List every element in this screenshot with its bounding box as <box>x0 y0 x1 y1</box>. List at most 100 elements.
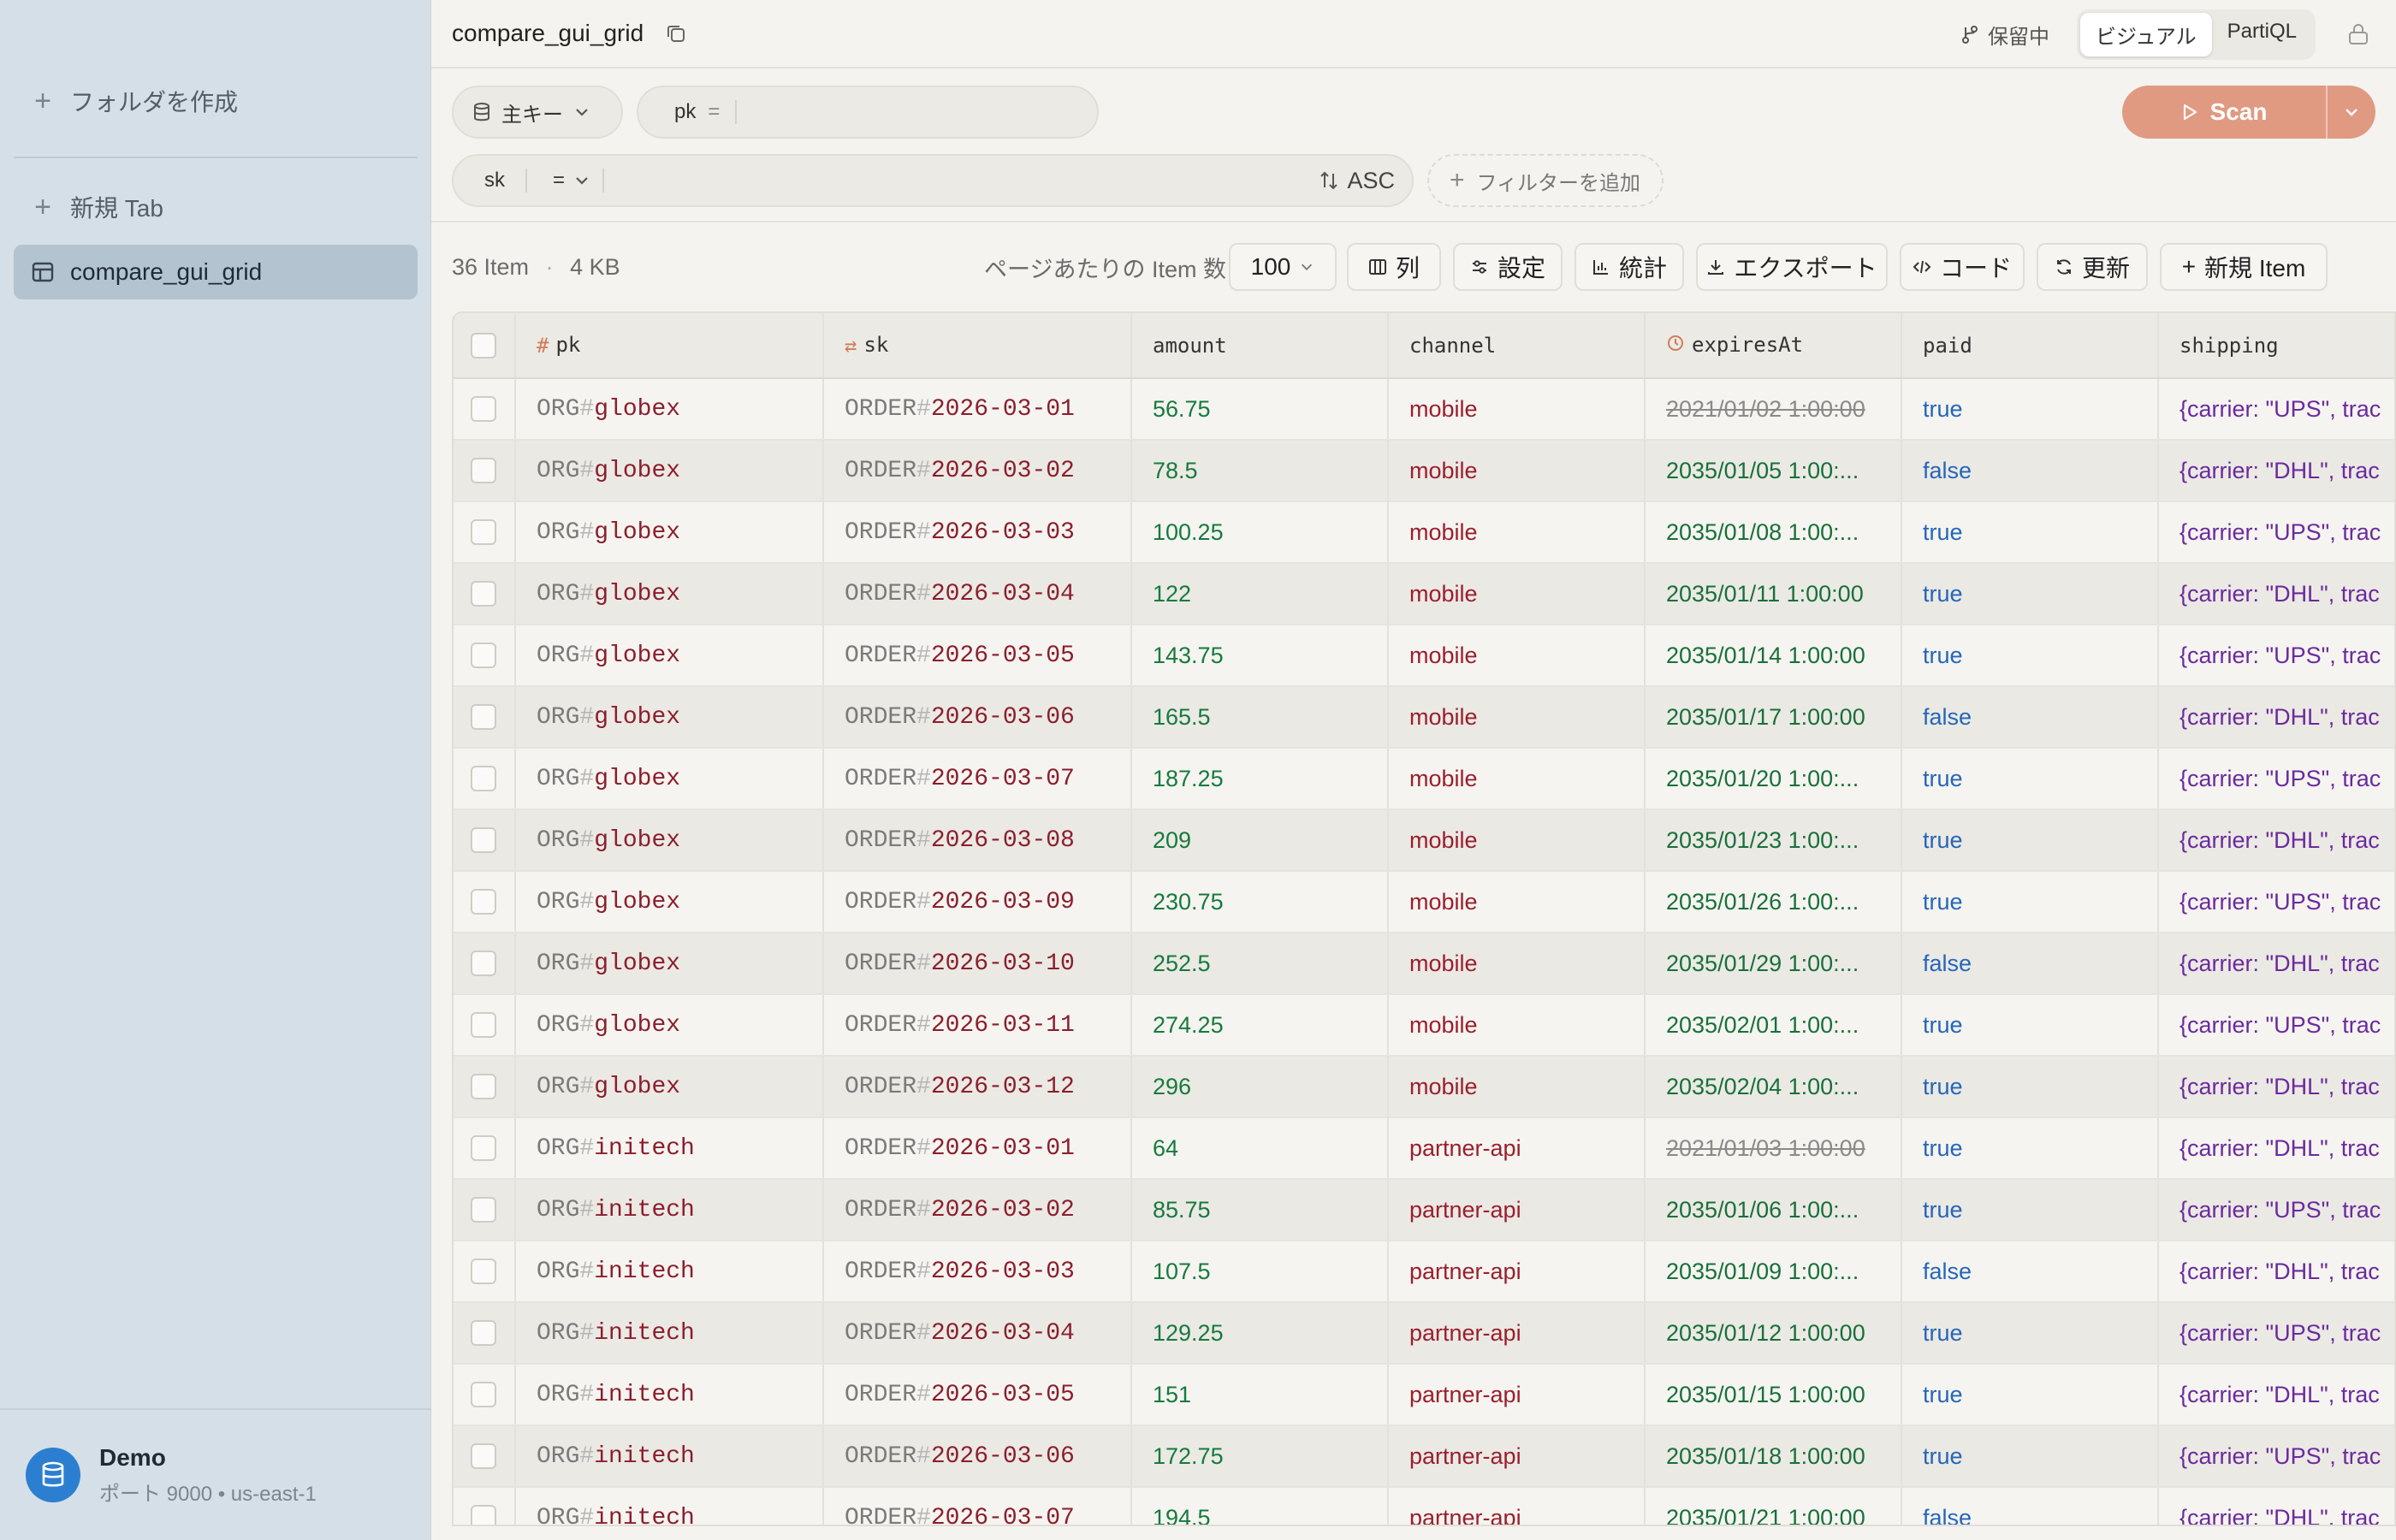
cell-sk[interactable]: ORDER#2026-03-06 <box>823 686 1132 749</box>
cell-channel[interactable]: partner-api <box>1388 1487 1646 1525</box>
cell-pk[interactable]: ORG#globex <box>515 625 824 687</box>
add-filter-button[interactable]: + フィルターを追加 <box>1427 154 1664 207</box>
pk-input[interactable]: pk = <box>637 86 1099 139</box>
cell-channel[interactable]: mobile <box>1388 933 1646 995</box>
row-checkbox[interactable] <box>471 519 496 545</box>
new-tab-button[interactable]: + 新規 Tab <box>14 180 418 234</box>
cell-amount[interactable]: 230.75 <box>1131 871 1389 933</box>
cell-shipping[interactable]: {carrier: "DHL", trac <box>2158 809 2394 872</box>
cell-paid[interactable]: true <box>1901 501 2159 564</box>
cell-shipping[interactable]: {carrier: "DHL", trac <box>2158 1364 2394 1426</box>
cell-expiresat[interactable]: 2035/01/08 1:00:... <box>1645 501 1902 564</box>
table-row[interactable]: ORG#globex ORDER#2026-03-06 165.5 mobile 203… <box>454 686 2394 749</box>
cell-amount[interactable]: 252.5 <box>1131 933 1389 995</box>
cell-expiresat[interactable]: 2035/01/05 1:00:... <box>1645 440 1902 502</box>
pending-indicator[interactable]: 保留中 <box>1960 20 2049 50</box>
table-row[interactable]: ORG#globex ORDER#2026-03-02 78.5 mobile 2035… <box>454 440 2394 502</box>
cell-amount[interactable]: 85.75 <box>1131 1179 1389 1241</box>
cell-pk[interactable]: ORG#globex <box>515 686 824 749</box>
cell-expiresat[interactable]: 2021/01/02 1:00:00 <box>1645 378 1902 441</box>
cell-sk[interactable]: ORDER#2026-03-12 <box>823 1056 1132 1118</box>
row-checkbox[interactable] <box>471 1382 496 1407</box>
row-checkbox[interactable] <box>471 1074 496 1099</box>
cell-pk[interactable]: ORG#globex <box>515 563 824 625</box>
cell-sk[interactable]: ORDER#2026-03-04 <box>823 563 1132 625</box>
cell-amount[interactable]: 78.5 <box>1131 440 1389 502</box>
column-header-paid[interactable]: paid <box>1901 313 2159 379</box>
row-checkbox[interactable] <box>471 396 496 422</box>
table-row[interactable]: ORG#initech ORDER#2026-03-04 129.25 partner… <box>454 1302 2394 1365</box>
cell-amount[interactable]: 209 <box>1131 809 1389 872</box>
cell-shipping[interactable]: {carrier: "UPS", trac <box>2158 748 2394 810</box>
cell-expiresat[interactable]: 2035/02/01 1:00:... <box>1645 994 1902 1057</box>
cell-amount[interactable]: 56.75 <box>1131 378 1389 441</box>
cell-shipping[interactable]: {carrier: "UPS", trac <box>2158 625 2394 687</box>
key-selector[interactable]: 主キー <box>452 86 623 139</box>
cell-shipping[interactable]: {carrier: "DHL", trac <box>2158 933 2394 995</box>
cell-paid[interactable]: true <box>1901 1302 2159 1365</box>
cell-sk[interactable]: ORDER#2026-03-01 <box>823 378 1132 441</box>
cell-sk[interactable]: ORDER#2026-03-09 <box>823 871 1132 933</box>
cell-sk[interactable]: ORDER#2026-03-07 <box>823 1487 1132 1525</box>
table-row[interactable]: ORG#globex ORDER#2026-03-10 252.5 mobile 203… <box>454 933 2394 995</box>
cell-channel[interactable]: partner-api <box>1388 1425 1646 1488</box>
cell-amount[interactable]: 165.5 <box>1131 686 1389 749</box>
cell-paid[interactable]: true <box>1901 563 2159 625</box>
table-row[interactable]: ORG#initech ORDER#2026-03-07 194.5 partner-… <box>454 1487 2394 1525</box>
column-header-amount[interactable]: amount <box>1131 313 1389 379</box>
cell-pk[interactable]: ORG#initech <box>515 1364 824 1426</box>
row-checkbox[interactable] <box>471 889 496 915</box>
table-row[interactable]: ORG#initech ORDER#2026-03-06 172.75 partner… <box>454 1425 2394 1488</box>
cell-expiresat[interactable]: 2035/02/04 1:00:... <box>1645 1056 1902 1118</box>
cell-expiresat[interactable]: 2035/01/21 1:00:00 <box>1645 1487 1902 1525</box>
cell-shipping[interactable]: {carrier: "DHL", trac <box>2158 1487 2394 1525</box>
cell-pk[interactable]: ORG#initech <box>515 1241 824 1303</box>
row-checkbox[interactable] <box>471 643 496 668</box>
cell-channel[interactable]: partner-api <box>1388 1302 1646 1365</box>
cell-shipping[interactable]: {carrier: "UPS", trac <box>2158 994 2394 1057</box>
cell-paid[interactable]: true <box>1901 871 2159 933</box>
cell-paid[interactable]: true <box>1901 748 2159 810</box>
cell-pk[interactable]: ORG#initech <box>515 1117 824 1180</box>
cell-sk[interactable]: ORDER#2026-03-03 <box>823 501 1132 564</box>
lock-icon[interactable] <box>2341 17 2375 51</box>
cell-channel[interactable]: partner-api <box>1388 1117 1646 1180</box>
cell-amount[interactable]: 129.25 <box>1131 1302 1389 1365</box>
table-row[interactable]: ORG#globex ORDER#2026-03-05 143.75 mobile 20… <box>454 625 2394 687</box>
cell-amount[interactable]: 100.25 <box>1131 501 1389 564</box>
cell-expiresat[interactable]: 2035/01/18 1:00:00 <box>1645 1425 1902 1488</box>
row-checkbox[interactable] <box>471 766 496 791</box>
cell-shipping[interactable]: {carrier: "DHL", trac <box>2158 440 2394 502</box>
column-header-expiresat[interactable]: expiresAt <box>1645 313 1902 379</box>
cell-pk[interactable]: ORG#initech <box>515 1302 824 1365</box>
cell-channel[interactable]: partner-api <box>1388 1179 1646 1241</box>
cell-channel[interactable]: mobile <box>1388 748 1646 810</box>
cell-expiresat[interactable]: 2035/01/06 1:00:... <box>1645 1179 1902 1241</box>
row-checkbox[interactable] <box>471 704 496 730</box>
cell-paid[interactable]: false <box>1901 933 2159 995</box>
cell-paid[interactable]: false <box>1901 1241 2159 1303</box>
cell-expiresat[interactable]: 2035/01/20 1:00:... <box>1645 748 1902 810</box>
cell-channel[interactable]: mobile <box>1388 440 1646 502</box>
table-row[interactable]: ORG#initech ORDER#2026-03-02 85.75 partner-… <box>454 1179 2394 1241</box>
cell-shipping[interactable]: {carrier: "DHL", trac <box>2158 1056 2394 1118</box>
cell-expiresat[interactable]: 2035/01/11 1:00:00 <box>1645 563 1902 625</box>
cell-sk[interactable]: ORDER#2026-03-02 <box>823 440 1132 502</box>
table-row[interactable]: ORG#initech ORDER#2026-03-05 151 partner-ap… <box>454 1364 2394 1426</box>
cell-sk[interactable]: ORDER#2026-03-07 <box>823 748 1132 810</box>
table-row[interactable]: ORG#globex ORDER#2026-03-09 230.75 mobile 20… <box>454 871 2394 933</box>
scan-button[interactable]: Scan <box>2122 86 2375 139</box>
cell-expiresat[interactable]: 2035/01/17 1:00:00 <box>1645 686 1902 749</box>
table-row[interactable]: ORG#globex ORDER#2026-03-07 187.25 mobile 20… <box>454 748 2394 810</box>
cell-paid[interactable]: true <box>1901 1364 2159 1426</box>
create-folder-button[interactable]: + フォルダを作成 <box>14 74 418 128</box>
row-checkbox[interactable] <box>471 1320 496 1346</box>
cell-amount[interactable]: 194.5 <box>1131 1487 1389 1525</box>
cell-channel[interactable]: mobile <box>1388 994 1646 1057</box>
cell-paid[interactable]: true <box>1901 625 2159 687</box>
row-checkbox[interactable] <box>471 1505 496 1525</box>
cell-shipping[interactable]: {carrier: "DHL", trac <box>2158 686 2394 749</box>
cell-paid[interactable]: false <box>1901 686 2159 749</box>
table-row[interactable]: ORG#globex ORDER#2026-03-04 122 mobile 2035/… <box>454 563 2394 625</box>
cell-shipping[interactable]: {carrier: "UPS", trac <box>2158 501 2394 564</box>
